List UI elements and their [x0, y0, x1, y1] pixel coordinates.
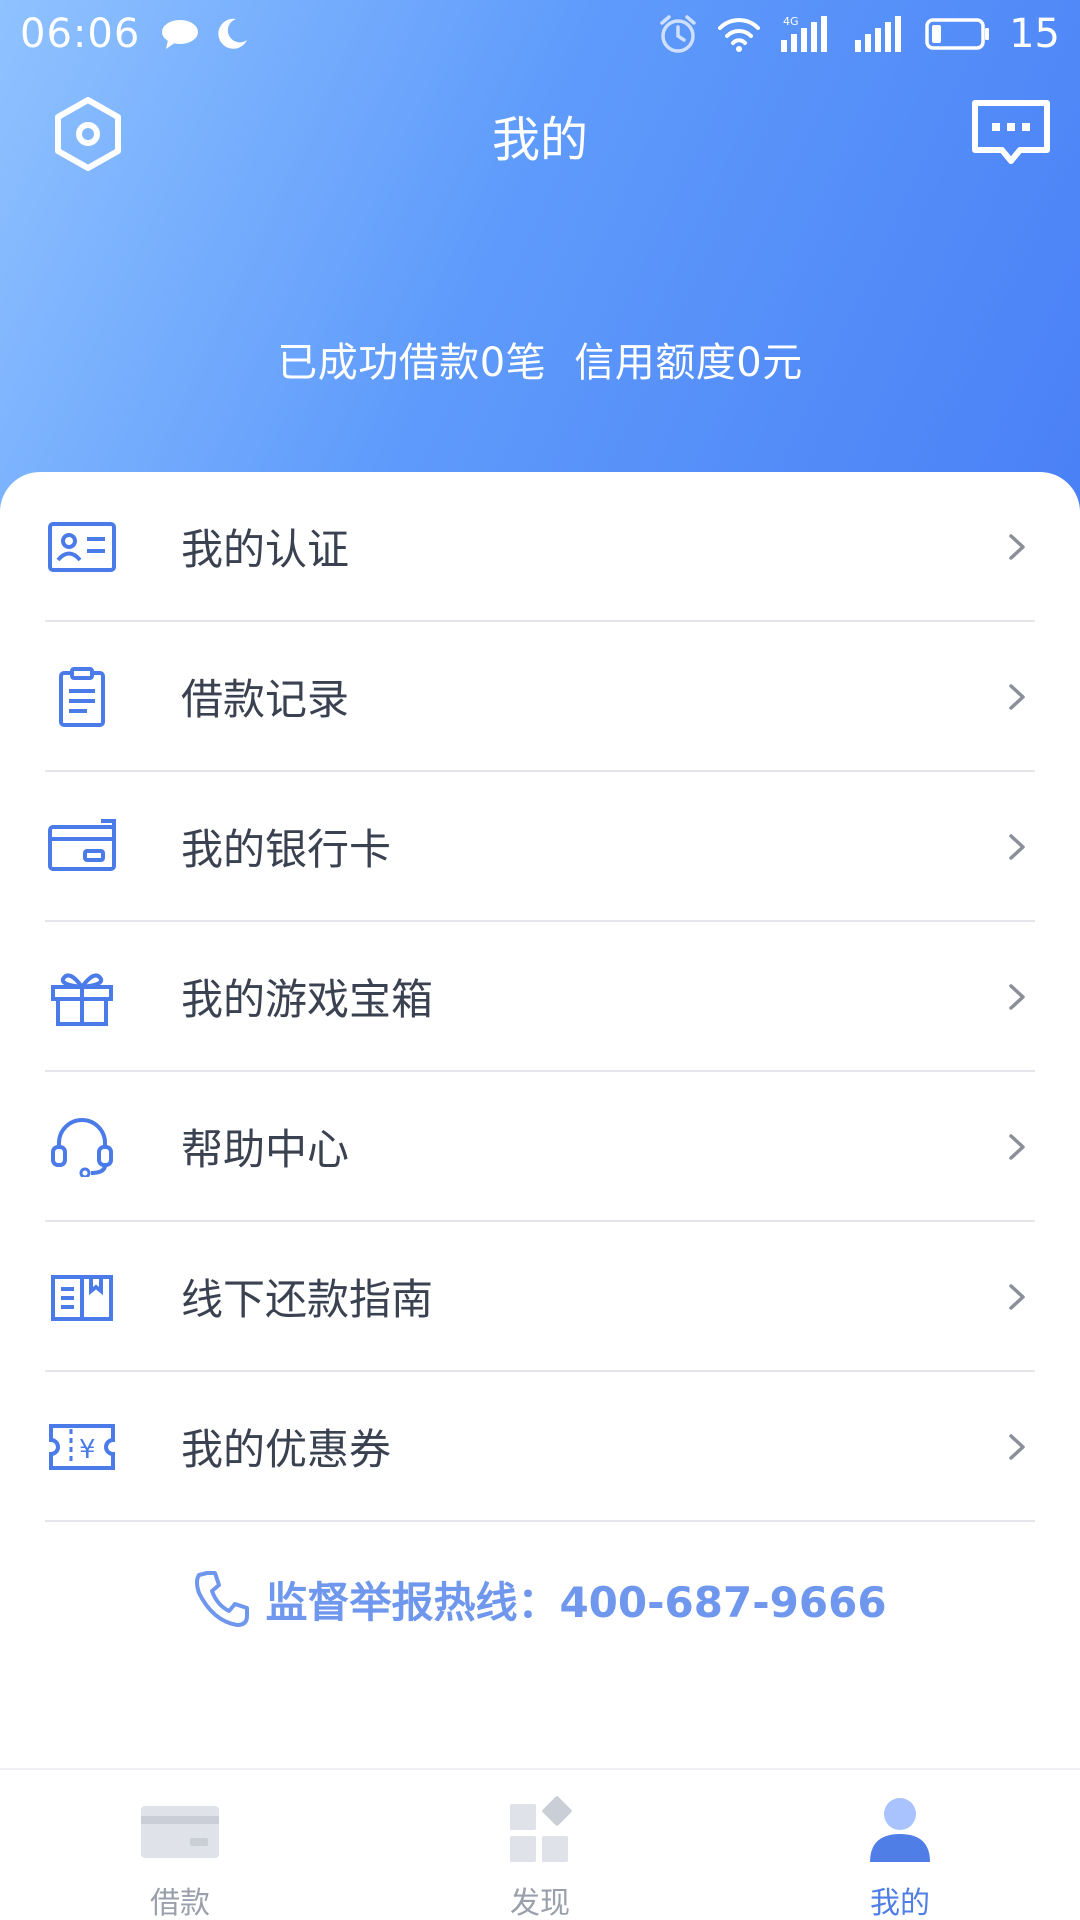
chevron-right-icon [1009, 1284, 1025, 1310]
tab-label: 我的 [870, 1886, 930, 1920]
nav-bar: 我的 [0, 80, 1080, 190]
menu-item-help-center[interactable]: 帮助中心 [45, 1072, 1035, 1222]
bottom-tab-bar: 借款 发现 我的 [0, 1768, 1080, 1920]
report-hotline[interactable]: 监督举报热线：400-687-9666 [0, 1564, 1080, 1634]
wifi-icon [718, 18, 761, 52]
status-right-icons: 4G 15 [657, 11, 1060, 57]
page-title: 我的 [491, 112, 588, 168]
menu-label: 我的银行卡 [181, 824, 392, 874]
menu-item-certification[interactable]: 我的认证 [45, 472, 1035, 622]
menu-item-offline-repayment-guide[interactable]: 线下还款指南 [45, 1222, 1035, 1372]
loan-count-text: 已成功借款0笔 [277, 340, 547, 386]
signal-4g-icon: 4G [781, 15, 828, 52]
id-card-icon [48, 522, 116, 572]
settings-hexagon-icon[interactable] [50, 96, 126, 172]
chevron-right-icon [1009, 1434, 1025, 1460]
chevron-right-icon [1009, 834, 1025, 860]
menu-label: 借款记录 [181, 674, 350, 724]
menu-list: 我的认证 借款记录 我的银行卡 我的游戏宝箱 帮助中心 线下还款指南 ¥ 我的优… [45, 472, 1035, 1522]
tab-label: 借款 [150, 1886, 210, 1920]
menu-item-coupons[interactable]: ¥ 我的优惠券 [45, 1372, 1035, 1522]
status-left-icons [160, 16, 250, 52]
chevron-right-icon [1009, 684, 1025, 710]
account-stats: 已成功借款0笔 信用额度0元 [0, 330, 1080, 388]
menu-label: 我的游戏宝箱 [181, 974, 434, 1024]
moon-icon [218, 18, 248, 49]
gift-icon [51, 973, 113, 1026]
signal-icon [855, 16, 902, 52]
tab-mine[interactable]: 我的 [720, 1770, 1080, 1920]
guide-book-icon [51, 1275, 113, 1321]
headset-icon [51, 1118, 113, 1177]
coupon-icon: ¥ [49, 1424, 115, 1470]
clipboard-icon [59, 667, 105, 727]
menu-item-loan-records[interactable]: 借款记录 [45, 622, 1035, 772]
menu-label: 线下还款指南 [181, 1274, 434, 1324]
tab-label: 发现 [510, 1886, 570, 1920]
hotline-text: 监督举报热线：400-687-9666 [265, 1577, 887, 1627]
discover-tab-icon [510, 1796, 572, 1862]
svg-text:4G: 4G [783, 15, 799, 28]
menu-label: 我的认证 [181, 524, 350, 574]
tab-discover[interactable]: 发现 [360, 1770, 720, 1920]
menu-item-bank-cards[interactable]: 我的银行卡 [45, 772, 1035, 922]
menu-label: 帮助中心 [181, 1124, 350, 1174]
chevron-right-icon [1009, 984, 1025, 1010]
battery-icon [925, 18, 990, 50]
card-tab-icon [141, 1806, 219, 1858]
menu-label: 我的优惠券 [181, 1424, 392, 1474]
chevron-right-icon [1009, 1134, 1025, 1160]
message-icon[interactable] [970, 98, 1052, 168]
battery-level: 15 [1009, 11, 1060, 57]
credit-limit-text: 信用额度0元 [574, 340, 803, 386]
tab-loan[interactable]: 借款 [0, 1770, 360, 1920]
status-time: 06:06 [20, 11, 141, 57]
bank-card-icon [48, 819, 116, 871]
status-bar: 06:06 4G 15 [0, 0, 1080, 68]
chevron-right-icon [1009, 534, 1025, 560]
user-tab-icon [870, 1798, 930, 1862]
chat-bubble-icon [162, 20, 199, 49]
menu-item-game-chest[interactable]: 我的游戏宝箱 [45, 922, 1035, 1072]
alarm-icon [660, 15, 696, 53]
phone-icon [195, 1571, 250, 1627]
header-background [0, 0, 1080, 520]
svg-text:¥: ¥ [79, 1435, 96, 1465]
